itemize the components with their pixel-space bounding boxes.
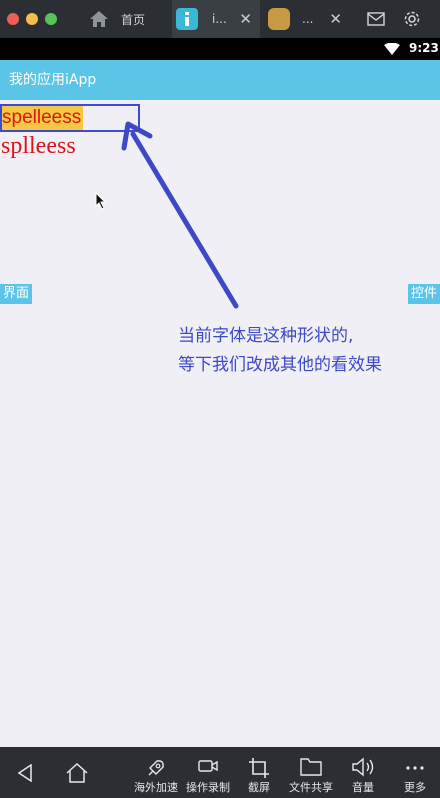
tab-iapp-label: i... [212,12,227,26]
back-icon[interactable] [17,764,33,782]
minimize-window-button[interactable] [26,13,38,25]
volume-icon [352,757,374,777]
app-title-bar: 我的应用iApp [0,60,440,100]
home-icon [90,11,108,27]
crop-icon [249,758,269,778]
wifi-icon [384,43,400,55]
emulator-titlebar: 首页 i... ✕ ... ✕ [0,0,440,38]
mail-icon[interactable] [367,11,385,27]
video-icon [198,760,218,772]
maximize-window-button[interactable] [45,13,57,25]
more-icon [406,766,424,770]
volume-button[interactable]: 音量 [344,747,382,798]
home-nav-icon[interactable] [66,763,88,783]
emulator-toolbar: 海外加速 操作录制 截屏 文件共享 音量 更多 [0,747,440,798]
screenshot-button[interactable]: 截屏 [240,747,278,798]
design-canvas[interactable]: spelleess splleess 界面 控件 当前字体是这种形状的, 等下我… [0,100,440,747]
folder-icon [300,758,322,776]
overseas-accel-button[interactable]: 海外加速 [130,747,182,798]
record-button[interactable]: 操作录制 [182,747,234,798]
annotation-line-1: 当前字体是这种形状的, [178,326,354,346]
nav-label: 操作录制 [186,781,230,794]
status-time: 9:23 [409,41,439,55]
tab-iapp[interactable]: i... ✕ [172,0,260,38]
tab-home[interactable]: 首页 [84,0,170,38]
close-icon[interactable]: ✕ [329,10,342,28]
android-statusbar: 9:23 [0,38,440,60]
nav-label: 音量 [352,781,374,794]
tab-app-label: ... [302,12,314,26]
nav-label: 更多 [404,781,426,794]
interface-button[interactable]: 界面 [0,284,33,304]
iapp-icon [176,8,198,30]
tab-home-label: 首页 [121,12,146,27]
annotation-line-2: 等下我们改成其他的看效果 [178,355,382,375]
nav-label: 截屏 [248,781,270,794]
annotation-text: 当前字体是这种形状的, 等下我们改成其他的看效果 [178,322,382,380]
annotation-arrow [121,121,239,309]
tab-app[interactable]: ... ✕ [262,0,350,38]
gear-icon[interactable] [403,10,421,28]
file-share-button[interactable]: 文件共享 [285,747,337,798]
controls-button[interactable]: 控件 [407,284,440,304]
nav-label: 海外加速 [134,781,178,794]
app-icon [268,8,290,30]
app-title: 我的应用iApp [9,72,97,88]
nav-label: 文件共享 [289,781,333,794]
more-button[interactable]: 更多 [396,747,434,798]
close-window-button[interactable] [7,13,19,25]
close-icon[interactable]: ✕ [239,10,252,28]
rocket-icon [148,760,164,776]
